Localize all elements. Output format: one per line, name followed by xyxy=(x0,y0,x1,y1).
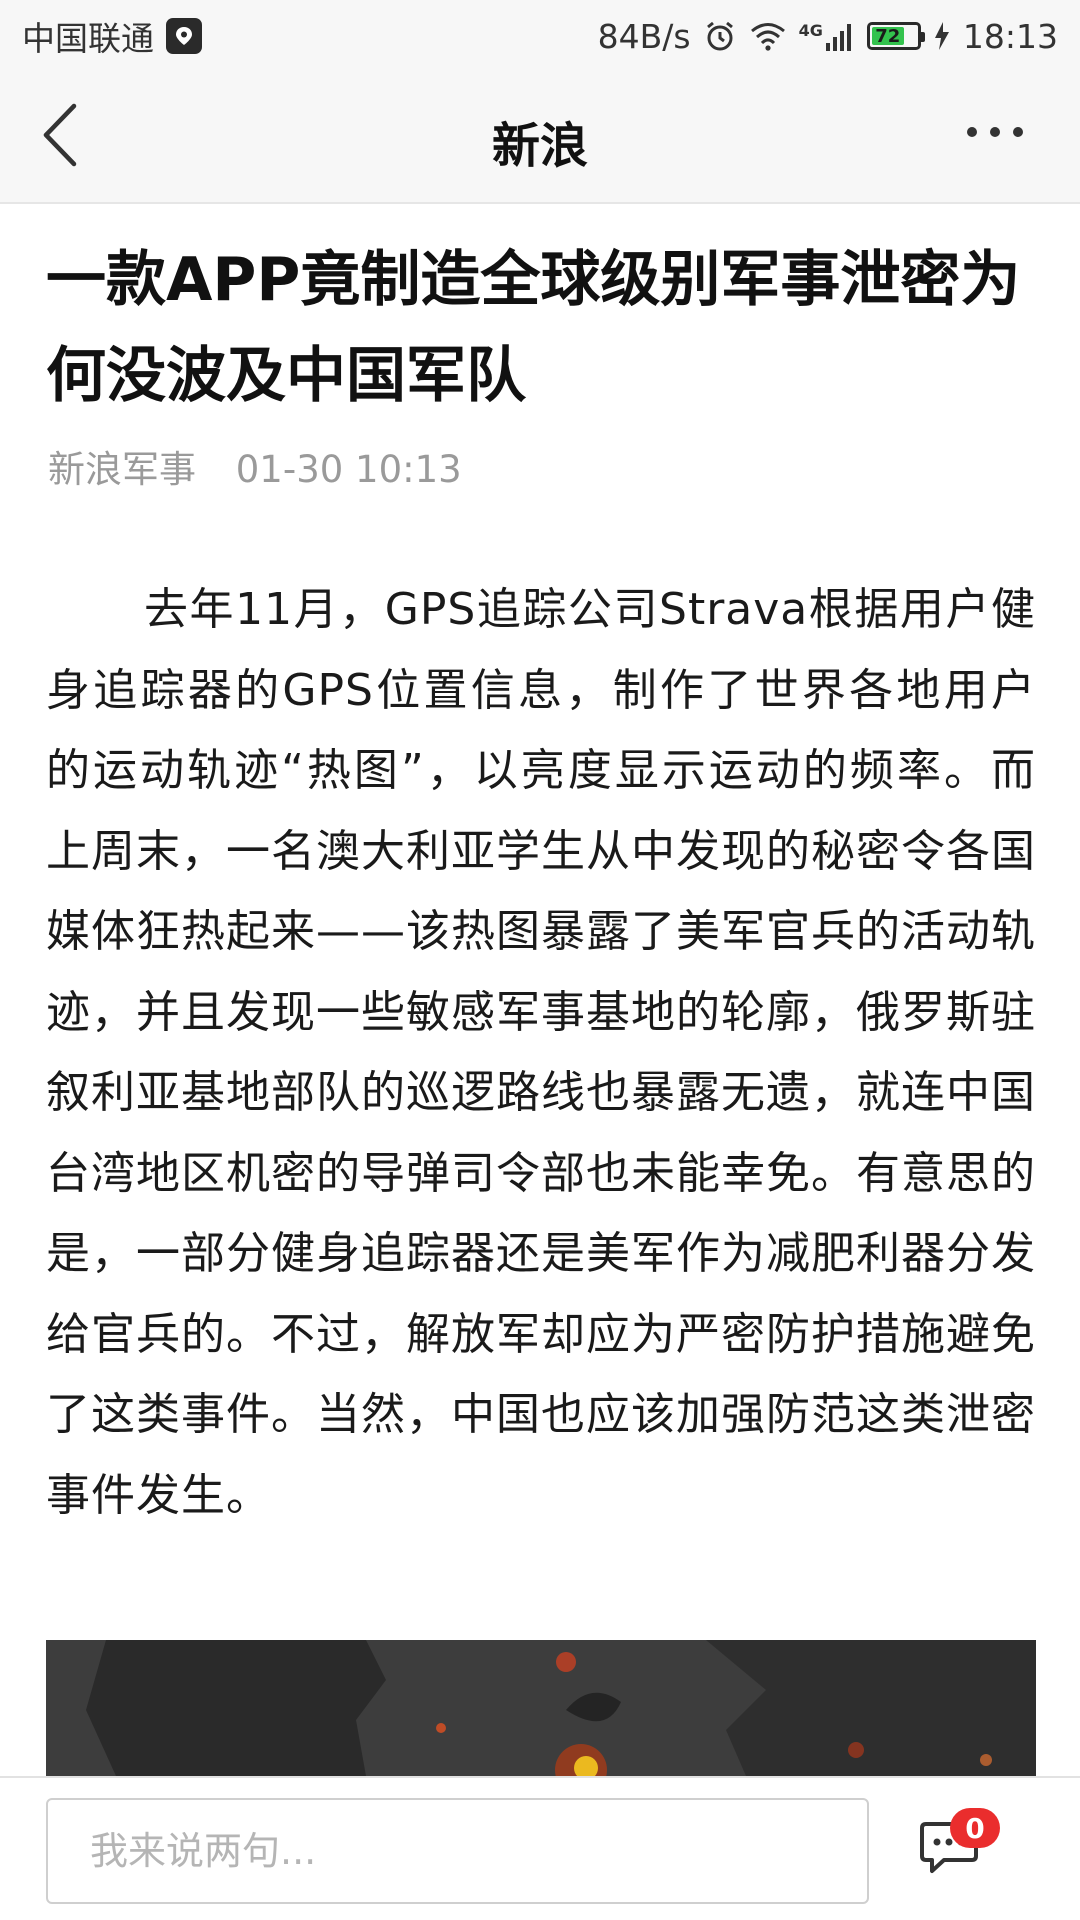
signal-icon xyxy=(825,24,851,51)
more-button[interactable] xyxy=(960,122,1030,152)
article-headline: 一款APP竟制造全球级别军事泄密为何没波及中国军队 xyxy=(46,245,1021,411)
network-type: 4G xyxy=(798,21,823,40)
alarm-icon xyxy=(706,21,733,51)
comment-count-badge: 0 xyxy=(950,1808,1000,1848)
battery-level: 72 xyxy=(871,26,904,47)
heatmap-graphic xyxy=(46,1640,1036,1776)
article-body: 去年11月，GPS追踪公司Strava根据用户健身追踪器的GPS位置信息，制作了… xyxy=(46,584,1036,1521)
page-title: 新浪 xyxy=(491,118,588,174)
network-speed: 84B/s xyxy=(597,16,691,56)
comment-input[interactable] xyxy=(46,1798,869,1904)
clock-time: 18:13 xyxy=(962,16,1058,56)
article-meta: 新浪军事 01-30 10:13 xyxy=(48,439,462,493)
carrier-name: 中国联通 xyxy=(22,19,154,58)
article-date: 01-30 10:13 xyxy=(235,448,462,491)
status-bar: 中国联通 84B/s 4G 72 18:13 xyxy=(0,0,1080,72)
charging-icon xyxy=(934,22,949,50)
wifi-icon xyxy=(750,23,785,51)
heatmap-image[interactable] xyxy=(46,1640,1036,1776)
bottom-comment-bar: 0 xyxy=(0,1776,1080,1920)
top-nav-bar: 新浪 xyxy=(0,72,1080,204)
carrier-app-icon xyxy=(166,18,202,54)
article-content[interactable]: 一款APP竟制造全球级别军事泄密为何没波及中国军队 新浪军事 01-30 10:… xyxy=(0,204,1080,1776)
article-source[interactable]: 新浪军事 xyxy=(48,448,196,491)
more-icon xyxy=(967,127,1023,137)
battery-icon: 72 xyxy=(866,22,925,50)
